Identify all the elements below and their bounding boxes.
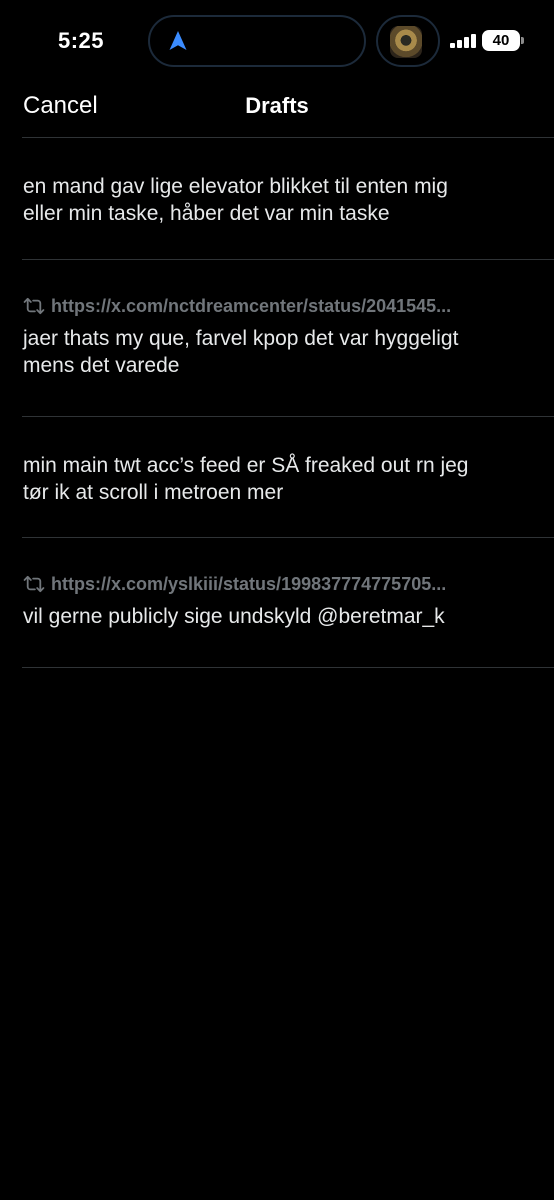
draft-item[interactable]: https://x.com/nctdreamcenter/status/2041…: [0, 259, 554, 417]
draft-item[interactable]: min main twt acc’s feed er SÅ freaked ou…: [0, 416, 554, 538]
header: Cancel Drafts: [0, 84, 554, 138]
draft-text: min main twt acc’s feed er SÅ freaked ou…: [23, 454, 469, 504]
drafts-list: en mand gav lige elevator blikket til en…: [0, 138, 554, 668]
draft-text: jaer thats my que, farvel kpop det var h…: [23, 327, 459, 377]
dynamic-island[interactable]: [148, 15, 366, 67]
quote-url: https://x.com/yslkiii/status/19983777477…: [51, 573, 447, 594]
live-activity-pill[interactable]: [376, 15, 440, 67]
live-activity-avatar: [390, 26, 422, 58]
location-arrow-icon: [169, 31, 187, 50]
draft-item[interactable]: en mand gav lige elevator blikket til en…: [0, 138, 554, 260]
retweet-icon: [23, 575, 45, 593]
draft-item[interactable]: https://x.com/yslkiii/status/19983777477…: [0, 537, 554, 668]
quote-url: https://x.com/nctdreamcenter/status/2041…: [51, 295, 452, 316]
draft-text: en mand gav lige elevator blikket til en…: [23, 175, 448, 225]
quote-link-row: https://x.com/yslkiii/status/19983777477…: [23, 572, 534, 596]
status-time: 5:25: [58, 28, 105, 53]
retweet-icon: [23, 297, 45, 315]
cancel-button[interactable]: Cancel: [23, 92, 98, 120]
status-bar: 5:25 40: [0, 0, 554, 84]
battery-tip: [521, 37, 524, 44]
cellular-signal-icon: [450, 34, 478, 48]
battery-indicator: 40: [482, 30, 520, 51]
draft-text: vil gerne publicly sige undskyld @beretm…: [23, 605, 445, 628]
divider: [22, 667, 554, 668]
quote-link-row: https://x.com/nctdreamcenter/status/2041…: [23, 294, 534, 318]
